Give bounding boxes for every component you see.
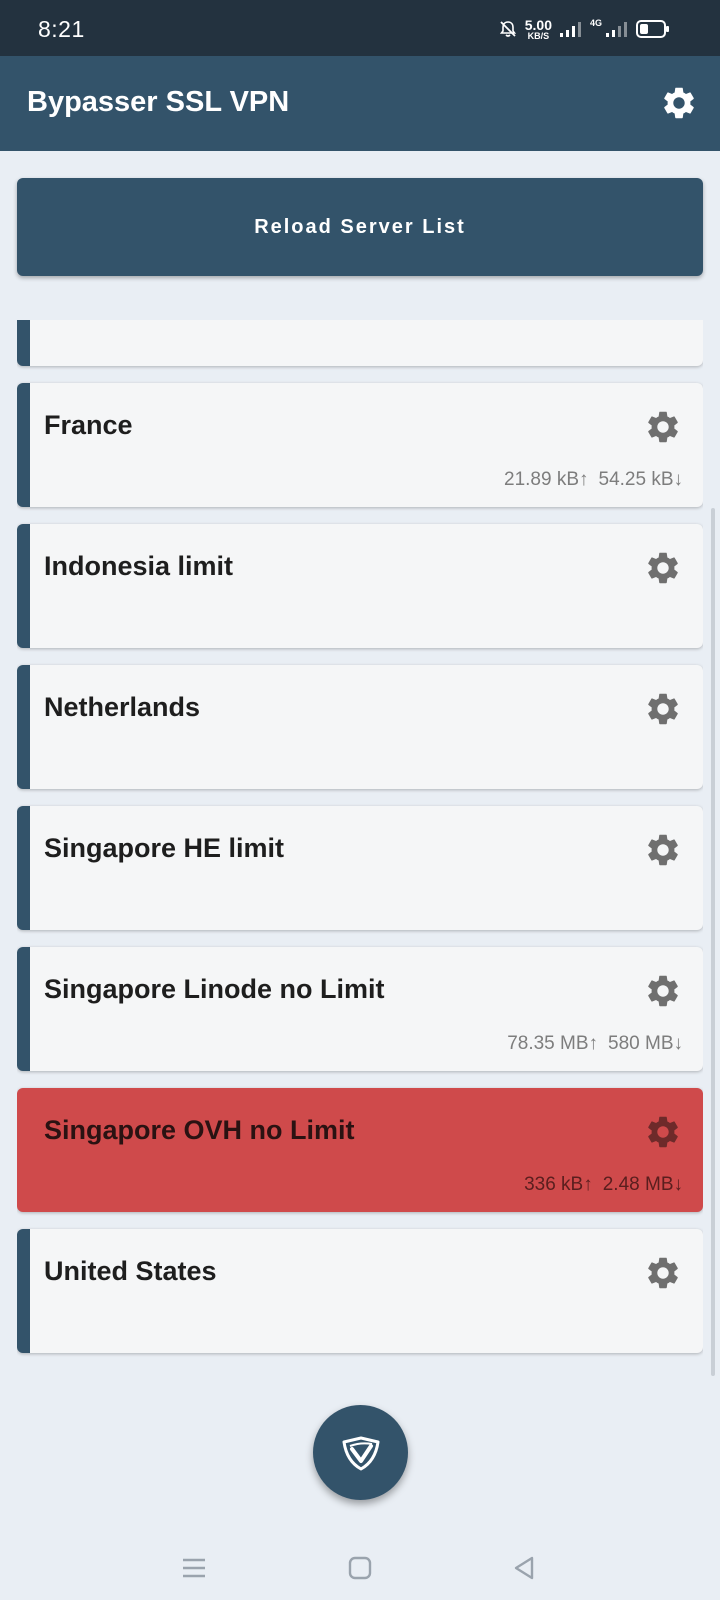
upload-traffic: 336 kB↑ xyxy=(524,1174,593,1195)
gear-icon[interactable] xyxy=(643,971,683,1011)
gear-icon[interactable] xyxy=(643,830,683,870)
server-card[interactable]: Indonesia limit xyxy=(17,524,703,648)
network-speed-unit: KB/S xyxy=(527,30,550,41)
network-speed-value: 5.00 xyxy=(524,16,552,33)
gear-icon[interactable] xyxy=(643,689,683,729)
gear-icon[interactable] xyxy=(643,1112,683,1152)
home-icon[interactable] xyxy=(342,1550,378,1586)
reload-server-list-button[interactable]: Reload Server List xyxy=(17,178,703,276)
download-traffic: 54.25 kB↓ xyxy=(598,469,684,490)
status-bar: 8:21 5.00 KB/S 4G xyxy=(0,0,720,56)
back-icon[interactable] xyxy=(506,1550,542,1586)
server-traffic: 336 kB↑ 2.48 MB↓ xyxy=(524,1174,683,1196)
server-name: Singapore HE limit xyxy=(44,833,285,863)
download-traffic: 580 MB↓ xyxy=(608,1033,683,1054)
server-card[interactable]: France 21.89 kB↑ 54.25 kB↓ xyxy=(17,383,703,507)
gear-icon[interactable] xyxy=(643,1253,683,1293)
gear-icon[interactable] xyxy=(658,82,700,124)
bell-muted-icon xyxy=(499,21,516,37)
server-card[interactable]: Singapore Linode no Limit 78.35 MB↑ 580 MB… xyxy=(17,947,703,1071)
server-card-active[interactable]: Singapore OVH no Limit 336 kB↑ 2.48 MB↓ xyxy=(17,1088,703,1212)
server-card[interactable] xyxy=(17,320,703,366)
server-card[interactable]: United States xyxy=(17,1229,703,1353)
menu-icon[interactable] xyxy=(176,1550,212,1586)
network-speed: 5.00 KB/S xyxy=(525,18,552,41)
server-name: United States xyxy=(44,1256,217,1286)
app-title: Bypasser SSL VPN xyxy=(27,86,290,118)
gear-icon[interactable] xyxy=(643,548,683,588)
system-nav-bar xyxy=(0,1530,720,1600)
server-traffic: 78.35 MB↑ 580 MB↓ xyxy=(507,1033,683,1055)
connect-fab-button[interactable] xyxy=(313,1405,408,1500)
server-list: France 21.89 kB↑ 54.25 kB↓ Indonesia limit N… xyxy=(17,320,703,1370)
status-time: 8:21 xyxy=(38,16,85,42)
vpn-shield-logo-icon xyxy=(342,1436,379,1470)
battery-icon xyxy=(636,20,669,38)
status-icons: 5.00 KB/S 4G xyxy=(498,14,670,44)
server-name: France xyxy=(44,410,133,440)
upload-traffic: 78.35 MB↑ xyxy=(507,1033,599,1054)
server-name: Singapore Linode no Limit xyxy=(44,974,385,1004)
app-bar: Bypasser SSL VPN xyxy=(0,56,720,151)
server-name: Indonesia limit xyxy=(44,551,234,581)
server-name: Netherlands xyxy=(44,692,201,722)
server-card[interactable]: Netherlands xyxy=(17,665,703,789)
network-type-label: 4G xyxy=(589,18,602,28)
gear-icon[interactable] xyxy=(643,407,683,447)
signal-icon-sim2 xyxy=(606,22,627,37)
download-traffic: 2.48 MB↓ xyxy=(602,1174,683,1195)
scrollbar[interactable] xyxy=(711,508,715,1376)
signal-icon xyxy=(559,22,581,37)
upload-traffic: 21.89 kB↑ xyxy=(504,469,589,490)
server-name: Singapore OVH no Limit xyxy=(44,1115,355,1145)
server-traffic: 21.89 kB↑ 54.25 kB↓ xyxy=(504,469,683,491)
server-card[interactable]: Singapore HE limit xyxy=(17,806,703,930)
